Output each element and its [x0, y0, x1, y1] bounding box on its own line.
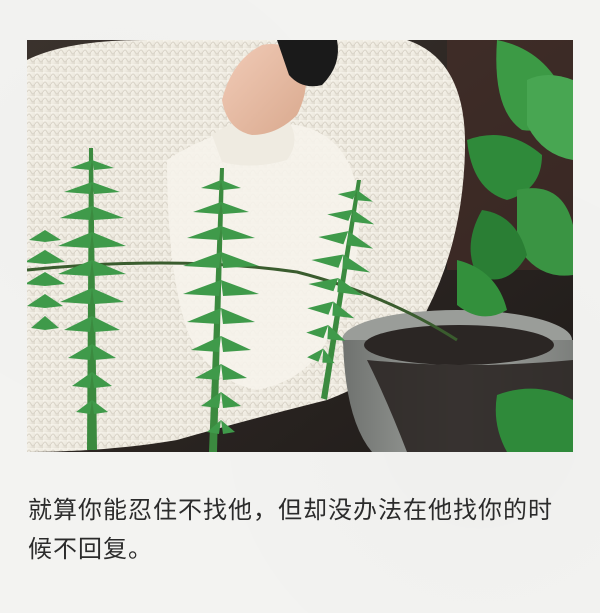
- caption-text: 就算你能忍住不找他，但却没办法在他找你的时候不回复。: [28, 496, 553, 563]
- photo: [27, 40, 573, 452]
- pot-soil: [364, 325, 554, 365]
- photo-illustration: [27, 40, 573, 452]
